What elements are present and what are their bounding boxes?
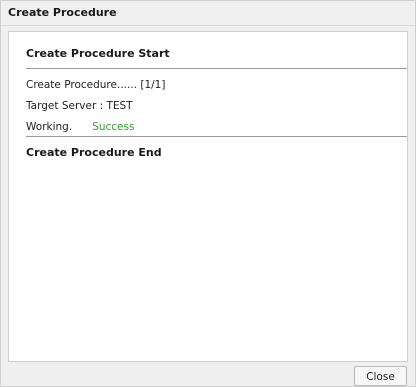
- dialog-title: Create Procedure: [8, 6, 117, 19]
- working-line: Working. Success: [26, 121, 134, 133]
- success-status: Success: [92, 121, 135, 133]
- target-server-line: Target Server : TEST: [26, 100, 133, 112]
- dialog-titlebar: Create Procedure: [1, 1, 415, 26]
- start-divider: [26, 68, 407, 69]
- close-button[interactable]: Close: [354, 366, 407, 386]
- log-panel: Create Procedure Start Create Procedure.…: [8, 31, 408, 362]
- end-divider: [26, 136, 407, 137]
- create-procedure-dialog: Create Procedure Create Procedure Start …: [0, 0, 416, 387]
- progress-line: Create Procedure...... [1/1]: [26, 79, 166, 91]
- working-label: Working.: [26, 121, 73, 133]
- start-heading: Create Procedure Start: [26, 47, 170, 60]
- end-heading: Create Procedure End: [26, 146, 162, 159]
